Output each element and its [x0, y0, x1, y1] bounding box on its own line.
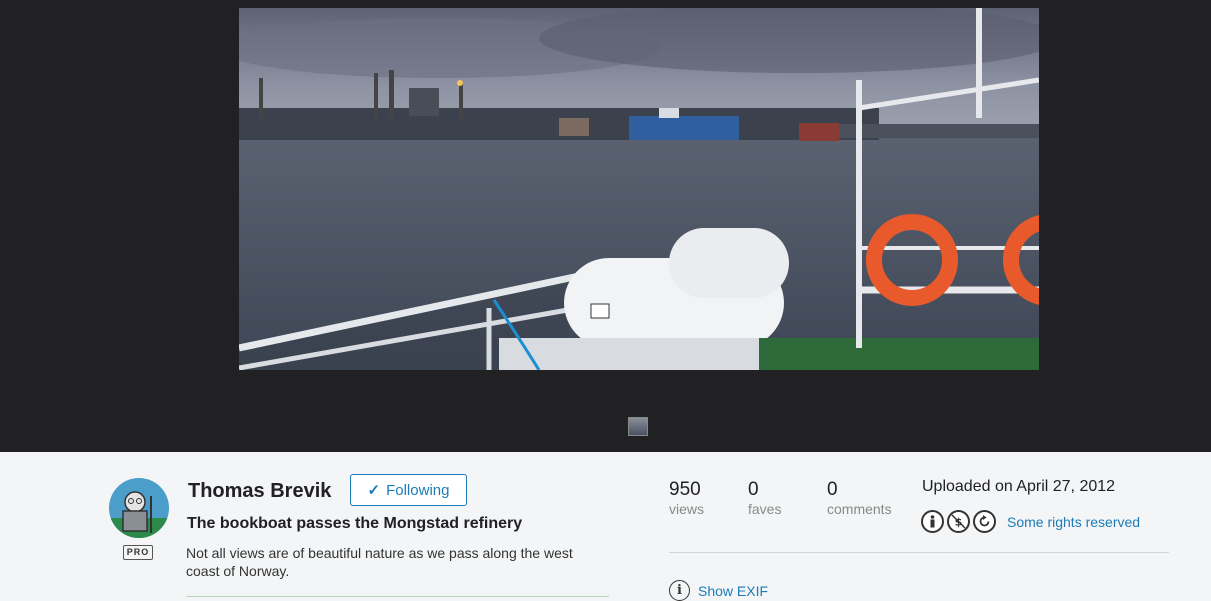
faves-label: faves [748, 501, 782, 517]
owner-avatar[interactable] [109, 478, 169, 538]
photo-description: Not all views are of beautiful nature as… [186, 545, 573, 579]
photo-thumbnail[interactable] [628, 417, 648, 436]
photo-title: The bookboat passes the Mongstad refiner… [187, 515, 523, 532]
stat-faves: 0 faves [748, 479, 781, 517]
upload-date: Uploaded on April 27, 2012 [922, 478, 1116, 495]
stat-views: 950 views [669, 479, 704, 517]
checkmark-icon: ✓ [367, 482, 381, 499]
main-photo[interactable] [239, 8, 1039, 370]
attribution-icon[interactable] [921, 510, 944, 533]
noncommercial-icon[interactable]: $ [947, 510, 970, 533]
pro-badge: PRO [123, 545, 153, 560]
views-count: 950 [669, 479, 701, 500]
some-rights-reserved-link[interactable]: Some rights reserved [1007, 514, 1140, 530]
stats-divider [669, 552, 1169, 553]
sharealike-icon[interactable] [973, 510, 996, 533]
stat-comments: 0 comments [827, 479, 892, 517]
show-exif-label: Show EXIF [698, 582, 769, 599]
views-label: views [669, 501, 705, 517]
license-info: $ Some rights reserved [921, 510, 1140, 533]
description-divider [186, 596, 609, 597]
comments-label: comments [827, 501, 892, 517]
following-label: Following [386, 481, 450, 499]
faves-count: 0 [748, 479, 759, 500]
following-button[interactable]: ✓ Following [350, 474, 467, 506]
comments-count: 0 [827, 479, 838, 500]
owner-name[interactable]: Thomas Brevik [188, 480, 331, 503]
